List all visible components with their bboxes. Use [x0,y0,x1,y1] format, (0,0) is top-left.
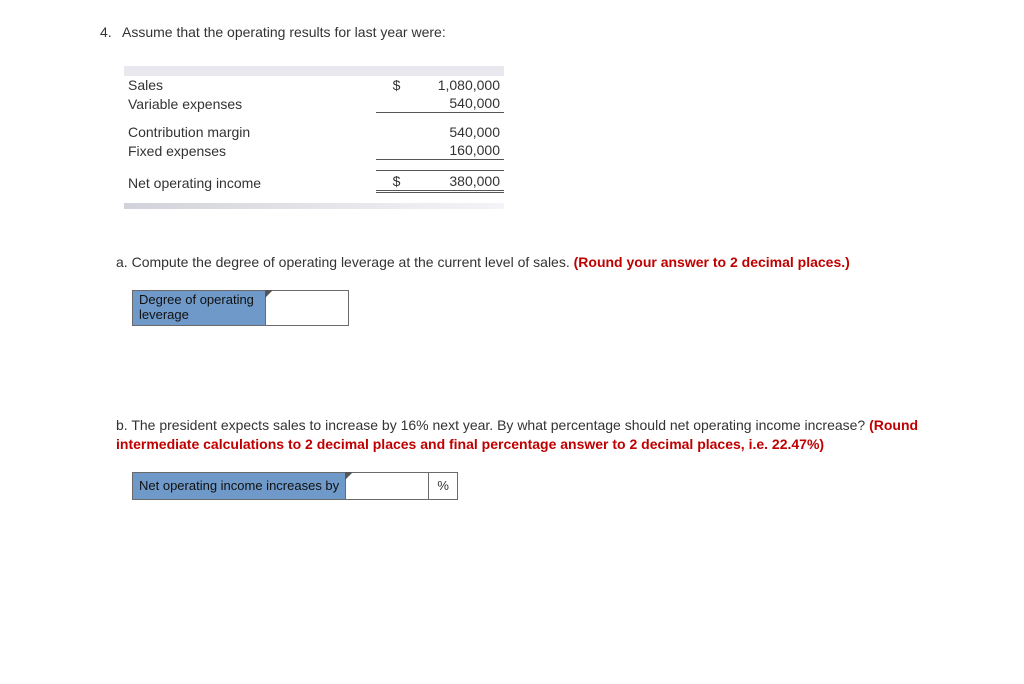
noi-currency: $ [376,171,404,192]
varexp-label: Variable expenses [124,94,376,113]
part-b-text: The president expects sales to increase … [131,417,865,433]
row-sales: Sales $ 1,080,000 [124,76,504,94]
noi-increase-input[interactable] [346,472,429,499]
part-b-answer-box: Net operating income increases by % [132,472,458,500]
sales-label: Sales [124,76,376,94]
part-b: b. The president expects sales to increa… [116,416,936,454]
noi-label: Net operating income [124,171,376,192]
dol-input[interactable] [266,290,349,325]
question-number: 4. [100,24,122,40]
dol-label-line2: leverage [139,307,189,322]
part-a-hint: (Round your answer to 2 decimal places.) [574,254,850,270]
cm-value: 540,000 [404,123,504,141]
question-header: 4. Assume that the operating results for… [100,24,1024,40]
row-net-operating-income: Net operating income $ 380,000 [124,171,504,192]
question-text: Assume that the operating results for la… [122,24,1024,40]
row-fixed-expenses: Fixed expenses 160,000 [124,141,504,160]
fixed-value: 160,000 [404,141,504,160]
page-root: 4. Assume that the operating results for… [0,0,1024,684]
part-a: a. Compute the degree of operating lever… [116,253,936,272]
part-a-answer-box: Degree of operating leverage [132,290,349,326]
fixed-label: Fixed expenses [124,141,376,160]
row-contribution-margin: Contribution margin 540,000 [124,123,504,141]
noi-increase-unit: % [429,472,458,499]
sales-value: 1,080,000 [404,76,504,94]
part-a-letter: a. [116,254,128,270]
noi-increase-label: Net operating income increases by [133,472,346,499]
varexp-value: 540,000 [404,94,504,113]
part-a-text: Compute the degree of operating leverage… [132,254,570,270]
dol-label: Degree of operating leverage [133,290,266,325]
noi-value: 380,000 [404,171,504,192]
cm-label: Contribution margin [124,123,376,141]
dol-label-line1: Degree of operating [139,292,254,307]
sales-currency: $ [376,76,404,94]
part-b-letter: b. [116,417,128,433]
financial-table: Sales $ 1,080,000 Variable expenses 540,… [124,66,504,209]
row-variable-expenses: Variable expenses 540,000 [124,94,504,113]
